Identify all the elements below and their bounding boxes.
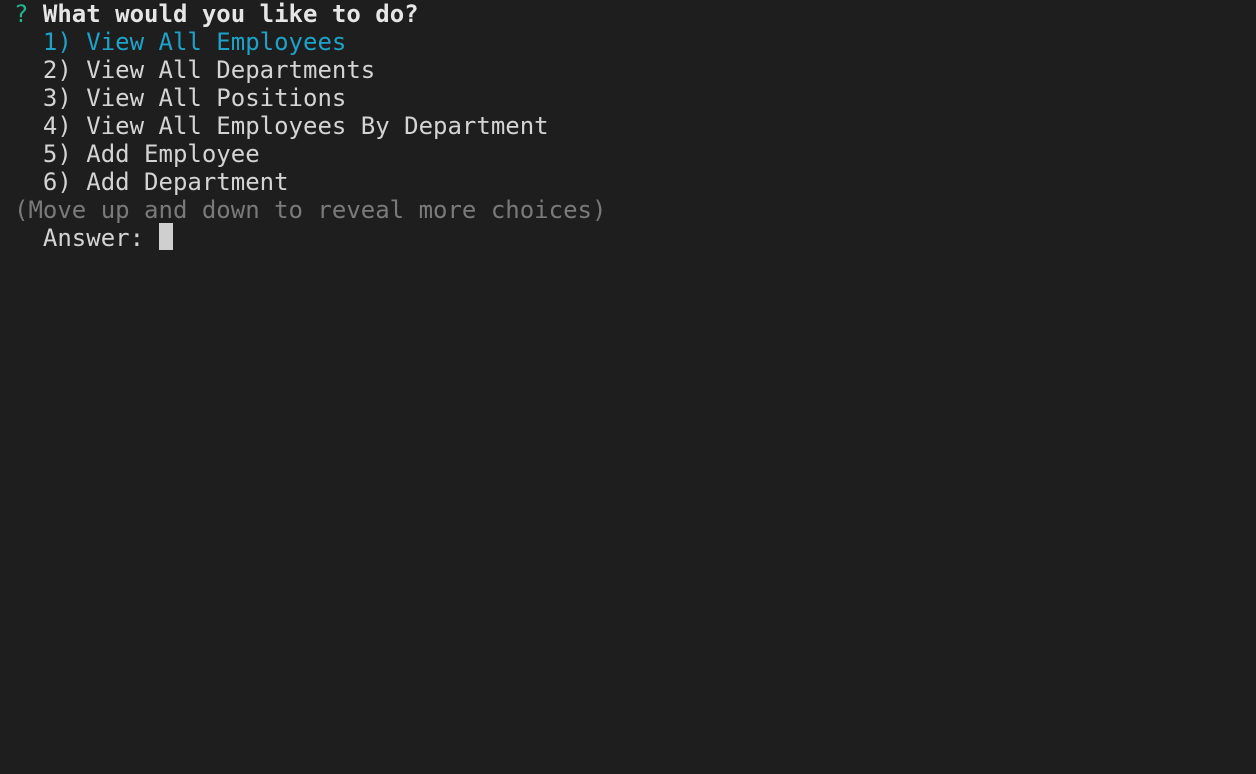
choice-label: 3) View All Positions bbox=[42, 84, 347, 112]
choice-add-employee[interactable]: 5) Add Employee bbox=[14, 140, 606, 168]
question-line: ? What would you like to do? bbox=[14, 0, 606, 28]
choice-label: 5) Add Employee bbox=[42, 140, 260, 168]
choice-view-all-departments[interactable]: 2) View All Departments bbox=[14, 56, 606, 84]
choice-view-all-employees[interactable]: 1) View All Employees bbox=[14, 28, 606, 56]
choice-label: 6) Add Department bbox=[42, 168, 289, 196]
question-mark-icon: ? bbox=[14, 0, 29, 28]
text-cursor bbox=[158, 223, 173, 250]
choice-label: 1) View All Employees bbox=[42, 28, 347, 56]
choice-label: 2) View All Departments bbox=[42, 56, 376, 84]
question-text: What would you like to do? bbox=[42, 0, 419, 28]
answer-label: Answer: bbox=[42, 224, 145, 252]
terminal: ? What would you like to do? 1) View All… bbox=[0, 0, 606, 252]
choice-add-department[interactable]: 6) Add Department bbox=[14, 168, 606, 196]
choice-label: 4) View All Employees By Department bbox=[42, 112, 549, 140]
choice-view-employees-by-department[interactable]: 4) View All Employees By Department bbox=[14, 112, 606, 140]
choice-view-all-positions[interactable]: 3) View All Positions bbox=[14, 84, 606, 112]
answer-line[interactable]: Answer: bbox=[14, 223, 606, 252]
scroll-hint: (Move up and down to reveal more choices… bbox=[14, 196, 607, 224]
